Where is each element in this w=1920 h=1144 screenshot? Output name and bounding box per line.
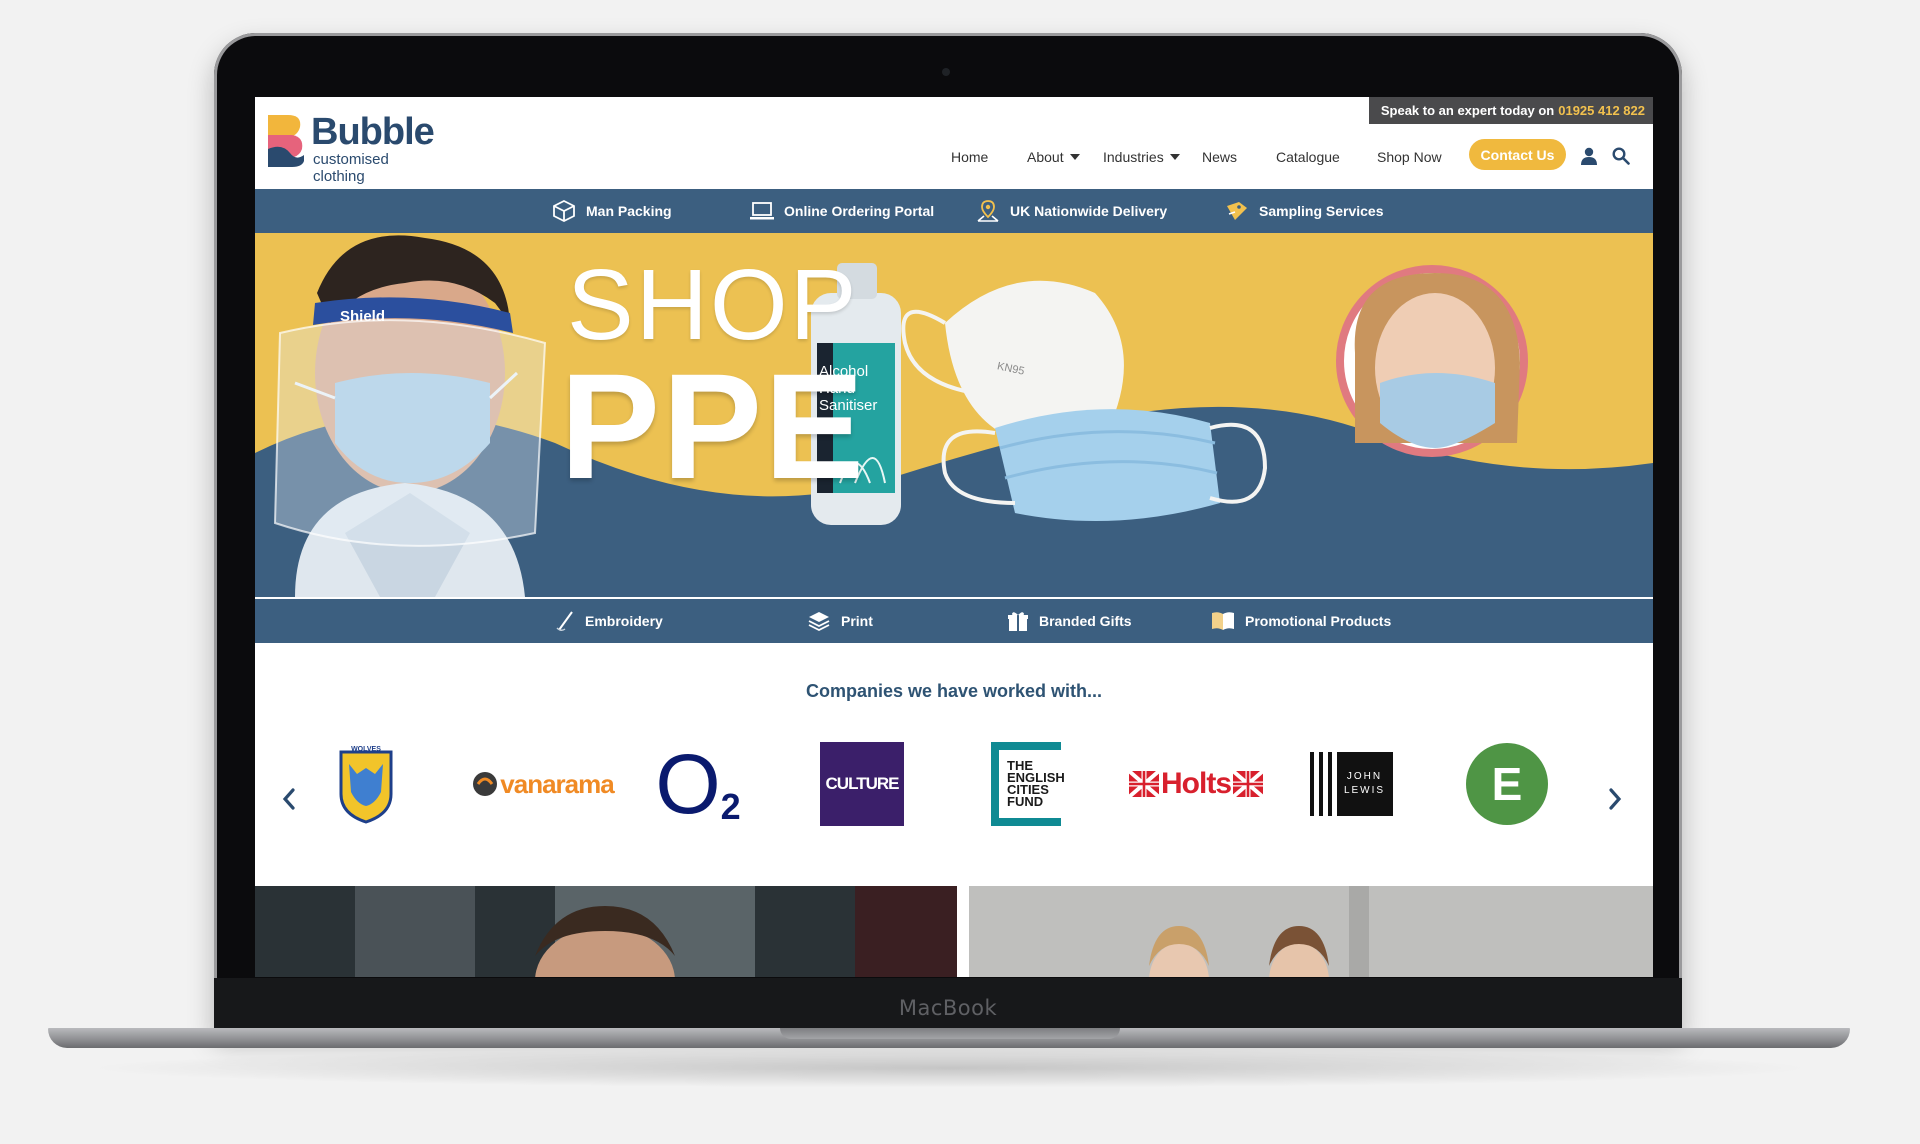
search-icon[interactable] bbox=[1610, 145, 1632, 167]
laptop-notch bbox=[780, 1028, 1120, 1039]
vanarama-mark-icon bbox=[473, 772, 498, 796]
camera bbox=[942, 68, 950, 76]
service-label: Man Packing bbox=[586, 203, 672, 219]
needle-icon bbox=[556, 611, 573, 631]
logo-holts[interactable]: Holts bbox=[1121, 739, 1271, 829]
nav-label: Home bbox=[951, 149, 989, 165]
service-label: Online Ordering Portal bbox=[784, 203, 935, 219]
product-label: Print bbox=[841, 613, 873, 629]
nav-label: Catalogue bbox=[1276, 149, 1340, 165]
nav-label: Industries bbox=[1103, 149, 1164, 165]
flag-right-icon bbox=[1233, 771, 1263, 797]
user-icon[interactable] bbox=[1578, 145, 1600, 167]
services-bar: Man Packing Online Ordering Portal UK Na… bbox=[255, 189, 1653, 233]
nav-news[interactable]: News bbox=[1202, 144, 1237, 170]
logo-john-lewis[interactable]: JOHN LEWIS bbox=[1292, 739, 1410, 829]
nav-catalogue[interactable]: Catalogue bbox=[1276, 144, 1340, 170]
product-label: Branded Gifts bbox=[1039, 613, 1132, 629]
logo-culture[interactable]: CULTURE bbox=[803, 739, 921, 829]
product-label: Embroidery bbox=[585, 613, 663, 629]
map-pin-icon bbox=[977, 200, 999, 222]
vanarama-text: vanarama bbox=[500, 768, 614, 799]
product-branded-gifts[interactable]: Branded Gifts bbox=[1007, 599, 1132, 643]
logo-vanarama[interactable]: vanarama bbox=[467, 739, 617, 829]
tag-icon bbox=[1227, 202, 1247, 220]
caret-down-icon bbox=[1069, 154, 1080, 160]
nav-industries[interactable]: Industries bbox=[1103, 144, 1180, 170]
laptop-icon bbox=[750, 202, 774, 220]
companies-title: Companies we have worked with... bbox=[805, 681, 1103, 701]
main-nav: Home About Industries News Catalogue Sho… bbox=[255, 144, 1653, 170]
caret-down-icon bbox=[1169, 154, 1180, 160]
service-sampling[interactable]: Sampling Services bbox=[1225, 189, 1384, 233]
website-screen: Bubble customised clothing Speak to an e… bbox=[255, 97, 1653, 977]
logo-o2[interactable]: O 2 bbox=[639, 739, 757, 829]
service-man-packing[interactable]: Man Packing bbox=[552, 189, 672, 233]
site-header: Bubble customised clothing Speak to an e… bbox=[255, 97, 1653, 189]
nav-label: News bbox=[1202, 149, 1238, 165]
holts-text: Holts bbox=[1161, 767, 1232, 800]
shield-band-text: Shield bbox=[340, 308, 385, 325]
john-lewis-text: JOHN LEWIS bbox=[1336, 752, 1393, 816]
svg-text:WOLVES: WOLVES bbox=[351, 746, 381, 753]
wolves-crest-icon: WOLVES bbox=[339, 746, 393, 824]
box-icon bbox=[553, 199, 575, 223]
nav-label: About bbox=[1027, 149, 1064, 165]
nav-about[interactable]: About bbox=[1027, 144, 1080, 170]
expert-topbar: Speak to an expert today on 01925 412 82… bbox=[1368, 97, 1653, 124]
le-text: E bbox=[1466, 743, 1548, 825]
book-icon bbox=[1212, 612, 1234, 630]
mockup-stage: MacBook Bubble customised clothing Speak… bbox=[0, 0, 1920, 1144]
bottle-line: Alcohol bbox=[819, 363, 869, 380]
bottle-line: Hand bbox=[819, 380, 855, 397]
logo-english-cities-fund[interactable]: THE ENGLISH CITIES FUND bbox=[967, 739, 1085, 829]
logo-warrington-wolves[interactable]: WOLVES bbox=[307, 739, 425, 829]
shop-ppe-banner[interactable]: Shield SHOP PPE Alcohol Hand Sanitiser K… bbox=[255, 233, 1653, 597]
service-label: UK Nationwide Delivery bbox=[1010, 203, 1168, 219]
logo-le[interactable]: E bbox=[1448, 739, 1566, 829]
john-lewis-mark: JOHN LEWIS bbox=[1309, 752, 1393, 816]
contact-us-button[interactable]: Contact Us bbox=[1469, 139, 1566, 170]
product-promotional[interactable]: Promotional Products bbox=[1211, 599, 1391, 643]
gift-icon bbox=[1008, 612, 1028, 631]
banner-artwork: Shield bbox=[255, 235, 1653, 597]
product-print[interactable]: Print bbox=[807, 599, 873, 643]
laptop-brand: MacBook bbox=[898, 996, 998, 1020]
hero-headline-top: SHOP bbox=[567, 249, 859, 361]
nav-label: Shop Now bbox=[1377, 149, 1442, 165]
carousel-prev-icon[interactable] bbox=[276, 782, 302, 816]
laptop-shadow bbox=[80, 1048, 1820, 1088]
layers-icon bbox=[808, 612, 830, 632]
carousel-next-icon[interactable] bbox=[1602, 782, 1628, 816]
nav-home[interactable]: Home bbox=[951, 144, 988, 170]
products-bar: Embroidery Print Branded Gifts Promotion… bbox=[255, 599, 1653, 643]
culture-text: CULTURE bbox=[820, 742, 904, 826]
nav-shop-now[interactable]: Shop Now bbox=[1377, 144, 1442, 170]
product-label: Promotional Products bbox=[1245, 613, 1392, 629]
preview-photo-left[interactable] bbox=[255, 886, 957, 977]
bottle-line: Sanitiser bbox=[819, 397, 878, 414]
o2-subscript: 2 bbox=[720, 786, 741, 827]
service-online-ordering[interactable]: Online Ordering Portal bbox=[750, 189, 934, 233]
flag-left-icon bbox=[1129, 771, 1159, 797]
bottle-label: Alcohol Hand Sanitiser bbox=[819, 363, 879, 414]
topbar-phone[interactable]: 01925 412 822 bbox=[1558, 103, 1645, 118]
o2-text: O bbox=[655, 737, 721, 831]
service-uk-delivery[interactable]: UK Nationwide Delivery bbox=[976, 189, 1167, 233]
product-embroidery[interactable]: Embroidery bbox=[555, 599, 663, 643]
service-label: Sampling Services bbox=[1259, 203, 1384, 219]
english-cities-text: THE ENGLISH CITIES FUND bbox=[991, 742, 1065, 826]
preview-photo-right[interactable] bbox=[969, 886, 1653, 977]
topbar-text: Speak to an expert today on bbox=[1380, 103, 1555, 118]
